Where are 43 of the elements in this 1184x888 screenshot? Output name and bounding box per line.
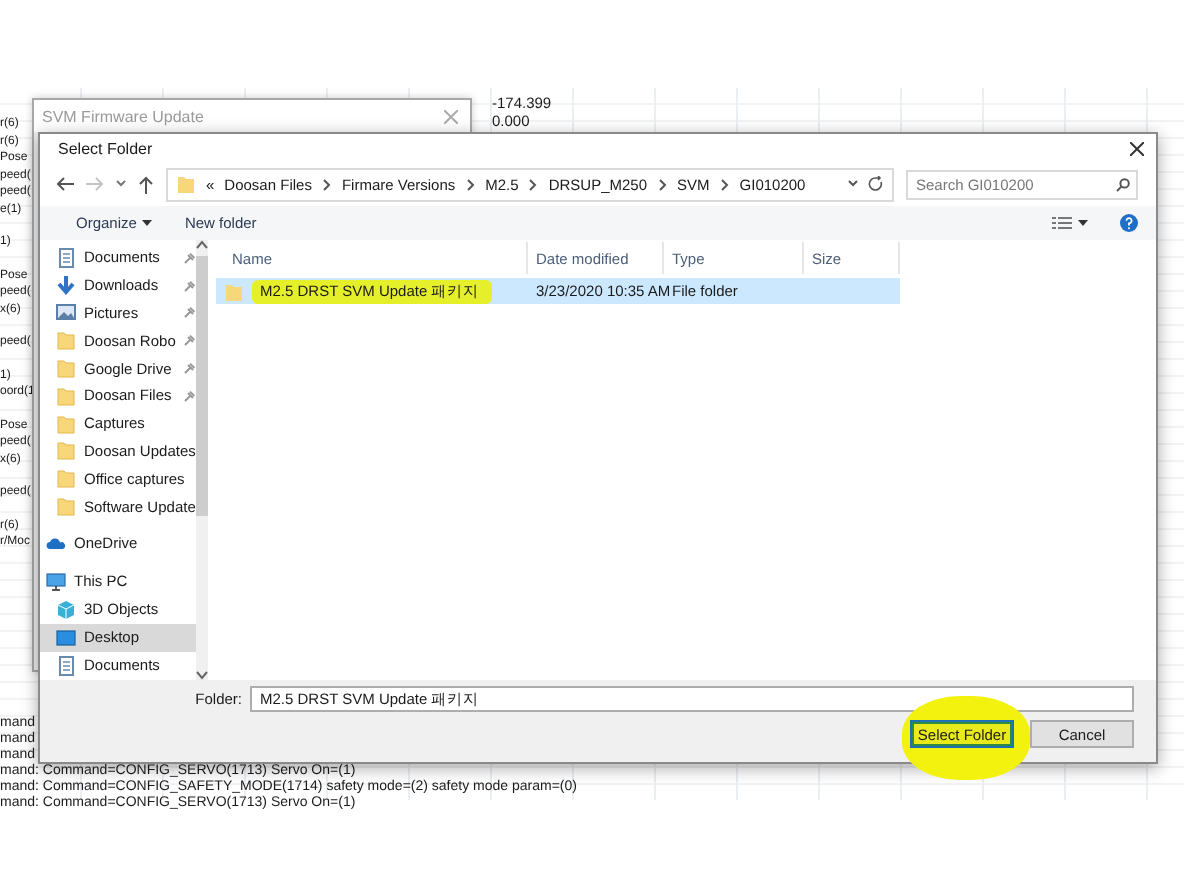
scroll-down-icon[interactable]: [195, 670, 208, 680]
document-icon: [56, 655, 76, 676]
chevron-icon: [465, 177, 476, 191]
dialog-title: Select Folder: [58, 139, 153, 157]
view-options-icon[interactable]: [1052, 216, 1088, 230]
pin-icon[interactable]: [183, 362, 196, 375]
document-icon: [56, 247, 76, 268]
chevron-icon: [657, 177, 668, 191]
picture-icon: [56, 302, 76, 323]
pin-icon[interactable]: [183, 389, 196, 402]
up-arrow-icon[interactable]: [138, 175, 154, 193]
folder-icon: [56, 496, 76, 517]
folder-icon: [56, 413, 76, 434]
cloud-icon: [46, 533, 66, 554]
pin-icon[interactable]: [183, 279, 196, 292]
folder-icon: [56, 468, 76, 489]
search-icon: [1116, 177, 1130, 191]
folder-icon: [56, 440, 76, 461]
help-icon[interactable]: [1120, 214, 1138, 232]
folder-icon: [56, 385, 76, 406]
chevron-icon: [719, 177, 730, 191]
monitor-icon: [46, 571, 66, 592]
pin-icon[interactable]: [183, 306, 196, 319]
caret-icon[interactable]: [116, 180, 126, 188]
folder-icon: [56, 330, 76, 351]
pin-icon[interactable]: [183, 334, 196, 347]
scroll-up-icon[interactable]: [195, 240, 208, 250]
desktop-icon: [56, 627, 76, 648]
caret-icon: [142, 220, 153, 226]
folder-icon: [224, 281, 244, 301]
back-icon[interactable]: [56, 176, 74, 192]
down-arrow-icon: [56, 275, 76, 296]
chevron-icon: [321, 177, 332, 191]
close-icon[interactable]: [1130, 141, 1144, 155]
folder-icon: [176, 174, 196, 194]
scrollbar[interactable]: [195, 240, 208, 680]
chevron-icon: [528, 177, 539, 191]
cube-icon: [56, 599, 76, 620]
window-title: SVM Firmware Update: [42, 107, 204, 125]
refresh-icon[interactable]: [868, 176, 884, 192]
caret-icon[interactable]: [848, 180, 858, 188]
pin-icon[interactable]: [183, 251, 196, 264]
folder-icon: [56, 358, 76, 379]
